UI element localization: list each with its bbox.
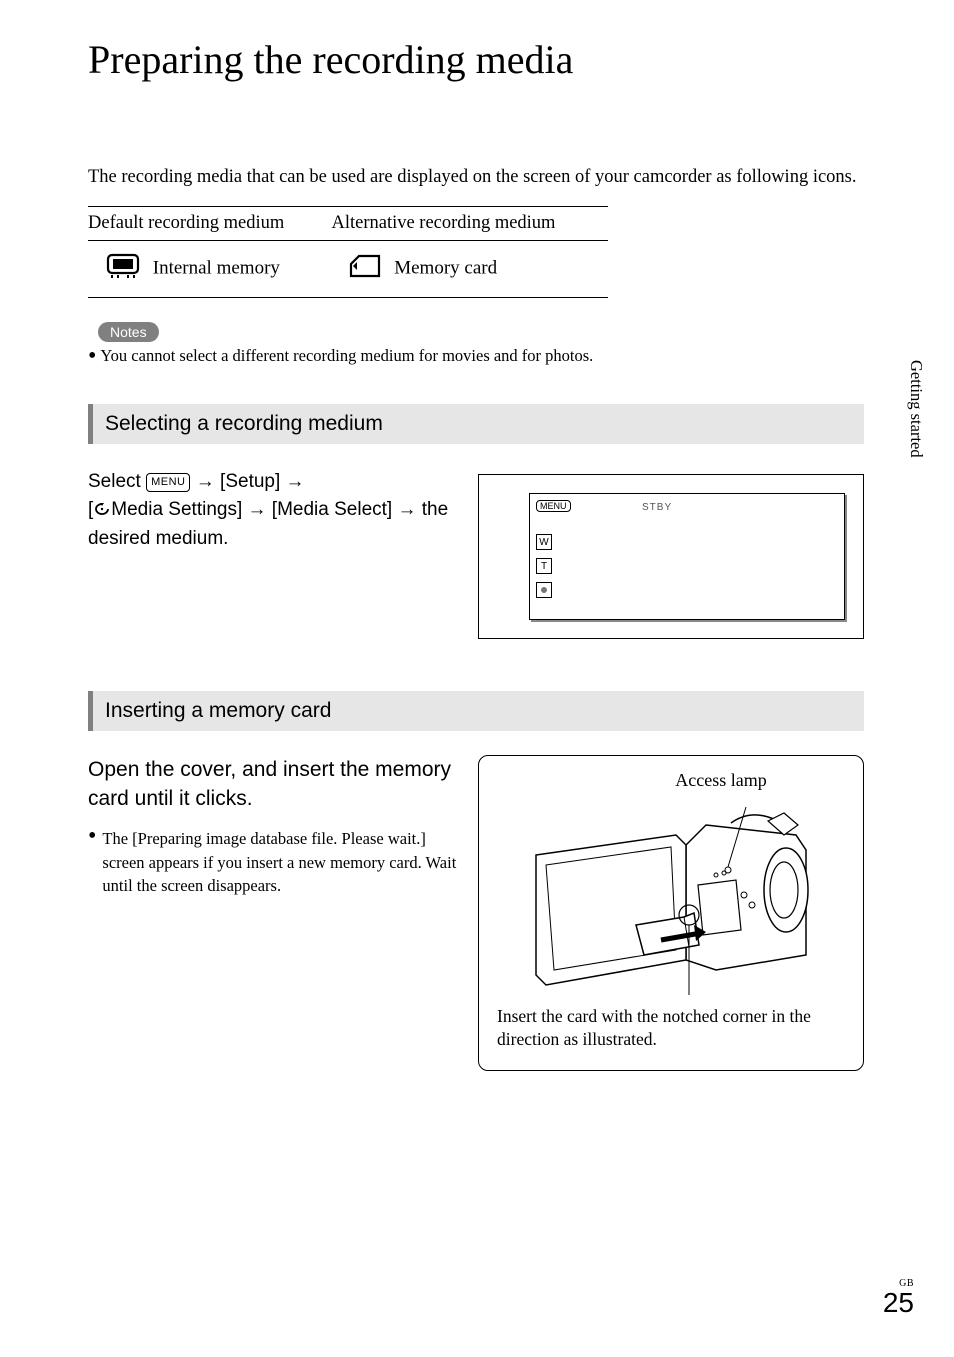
page-number-block: GB 25	[883, 1278, 914, 1317]
screen-zoom-wide: W	[536, 534, 552, 550]
screen-menu-button: MENU	[536, 500, 571, 512]
card-insert-caption: Insert the card with the notched corner …	[497, 1005, 845, 1052]
arrow-icon: →	[397, 499, 416, 520]
instr-select: Select	[88, 471, 146, 492]
cell-internal-memory-label: Internal memory	[153, 257, 280, 278]
table-header-default: Default recording medium	[88, 206, 331, 240]
camcorder-screen-illustration: MENU STBY W T	[478, 474, 864, 639]
bullet-text: The [Preparing image database file. Plea…	[102, 827, 458, 896]
memory-card-icon	[349, 254, 381, 284]
recording-media-table: Default recording medium Alternative rec…	[88, 206, 608, 298]
screen-zoom-tele: T	[536, 558, 552, 574]
camcorder-card-insert-illustration	[506, 795, 836, 995]
table-header-alternative: Alternative recording medium	[331, 206, 608, 240]
camcorder-illustration-box: Access lamp	[478, 755, 864, 1071]
note-text: You cannot select a different recording …	[100, 346, 593, 365]
instr-setup: [Setup]	[220, 471, 286, 492]
section-selecting-medium: Selecting a recording medium	[88, 404, 864, 444]
cell-memory-card-label: Memory card	[394, 257, 497, 278]
internal-memory-icon	[106, 253, 140, 285]
screen-stby-label: STBY	[642, 502, 672, 513]
select-instruction: Select MENU → [Setup] → [Media Settings]…	[88, 468, 458, 639]
arrow-icon: →	[196, 471, 220, 492]
screen-record-button	[536, 582, 552, 598]
notes-label: Notes	[98, 322, 159, 342]
arrow-icon: →	[248, 499, 267, 520]
cell-internal-memory: Internal memory	[88, 240, 331, 297]
intro-text: The recording media that can be used are…	[88, 163, 864, 192]
bullet-item: • The [Preparing image database file. Pl…	[88, 827, 458, 896]
insert-card-heading: Open the cover, and insert the memory ca…	[88, 755, 458, 814]
section-side-tab: Getting started	[906, 360, 926, 458]
cell-memory-card: Memory card	[331, 240, 608, 297]
note-item: •You cannot select a different recording…	[88, 346, 864, 366]
arrow-icon: →	[286, 471, 305, 492]
instr-media-select: [Media Select]	[267, 499, 398, 520]
page-title: Preparing the recording media	[88, 36, 864, 83]
page-number: 25	[883, 1287, 914, 1318]
menu-button-label: MENU	[146, 473, 190, 493]
table-row: Internal memory Memory card	[88, 240, 608, 297]
media-settings-icon	[93, 502, 111, 516]
instr-media-settings: Media Settings]	[111, 499, 247, 520]
section-inserting-card: Inserting a memory card	[88, 691, 864, 731]
access-lamp-label: Access lamp	[497, 770, 845, 791]
